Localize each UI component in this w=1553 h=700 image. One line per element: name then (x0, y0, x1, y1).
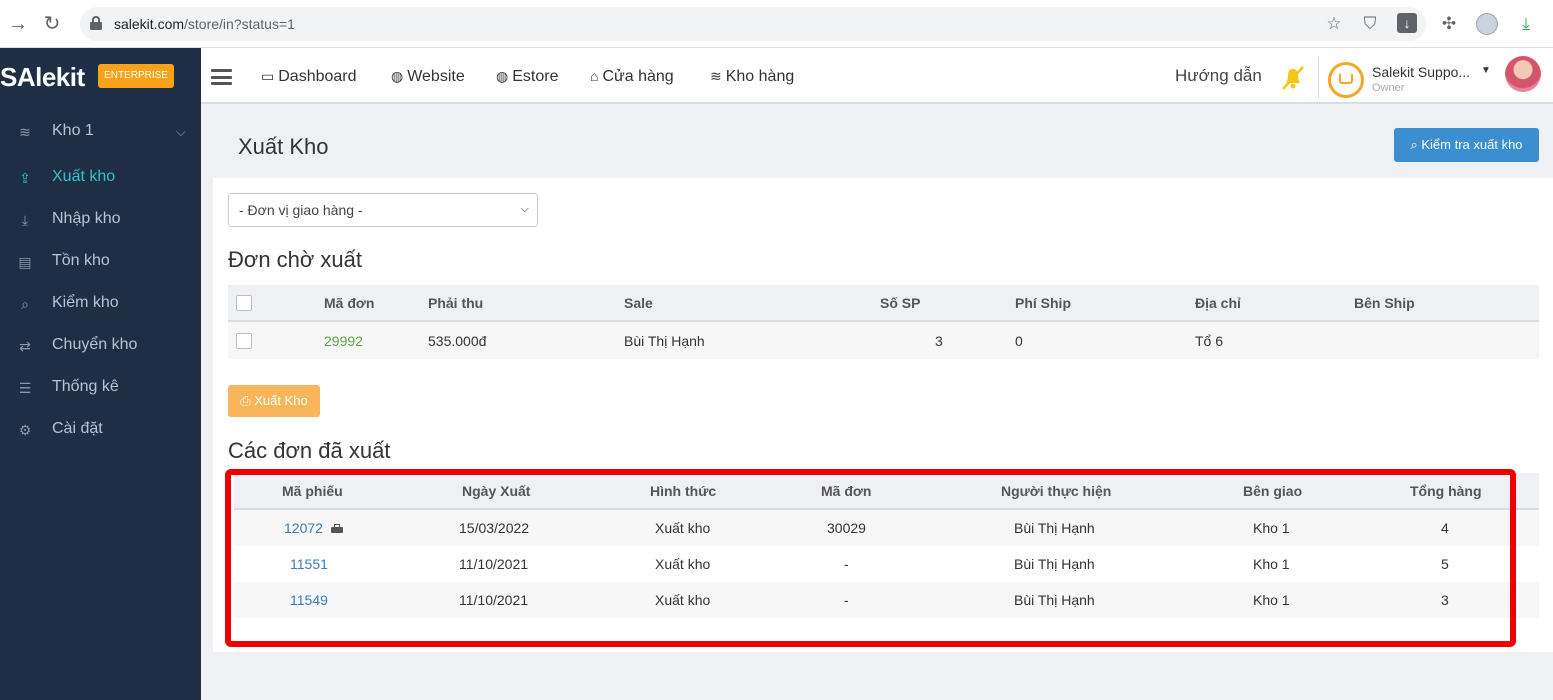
sidebar-item-thong-ke[interactable]: ☰ Thống kê (0, 368, 201, 408)
enterprise-badge: ENTERPRISE (98, 64, 174, 88)
row-checkbox[interactable] (236, 333, 252, 349)
export-button[interactable]: ⎙ Xuất Kho (228, 385, 320, 417)
url-text: salekit.com/store/in?status=1 (114, 16, 295, 32)
table-header: Mã đơn Phải thu Sale Số SP Phí Ship Địa … (228, 285, 1539, 322)
sidebar-item-label: Xuất kho (52, 168, 116, 185)
sidebar: SAlekit ENTERPRISE ≋ Kho 1 ⌵ ⇪ Xuất kho … (0, 48, 201, 700)
receivable-cell: 535.000đ (428, 333, 487, 349)
sidebar-item-label: Chuyển kho (52, 336, 138, 353)
sidebar-item-xuat-kho[interactable]: ⇪ Xuất kho (0, 158, 201, 198)
exported-section-title: Các đơn đã xuất (228, 438, 391, 463)
user-role: Owner (1372, 82, 1405, 94)
address-cell: Tổ 6 (1195, 333, 1224, 349)
ship-fee-cell: 0 (1015, 333, 1023, 349)
sidebar-item-cai-dat[interactable]: ⚙ Cài đặt (0, 410, 201, 450)
layers-icon: ≋ (710, 68, 722, 84)
brand-logo[interactable]: SAlekit (0, 62, 85, 93)
browser-toolbar: → ↻ salekit.com/store/in?status=1 ☆ ⛉ ↓ … (0, 0, 1553, 48)
order-link[interactable]: 29992 (324, 333, 363, 349)
search-icon: ⌕ (1410, 137, 1422, 152)
address-bar[interactable]: salekit.com/store/in?status=1 (80, 7, 1426, 41)
lock-icon (90, 16, 102, 30)
sidebar-item-warehouse-select[interactable]: ≋ Kho 1 ⌵ (0, 112, 201, 152)
sidebar-item-label: Cài đặt (52, 420, 103, 437)
search-icon: ⌕ (21, 296, 29, 312)
sidebar-item-ton-kho[interactable]: ▤ Tồn kho (0, 242, 201, 282)
quantity-cell: 3 (935, 333, 943, 349)
top-navbar: ▭ Dashboard ◍ Website ◍ Estore ⌂ Cửa hàng ≋ K… (201, 48, 1553, 104)
user-name[interactable]: Salekit Suppo... (1372, 64, 1470, 80)
column-header: Phí Ship (1015, 295, 1071, 311)
exchange-icon: ⇄ (19, 338, 31, 354)
shop-avatar[interactable] (1328, 62, 1364, 98)
sidebar-item-label: Nhập kho (52, 210, 121, 227)
column-header: Bên Ship (1354, 295, 1415, 311)
printer-icon: ⎙ (240, 393, 255, 408)
globe-icon: ◍ (496, 68, 509, 84)
pending-orders-table: Mã đơn Phải thu Sale Số SP Phí Ship Địa … (228, 285, 1539, 359)
chevron-down-icon: ⌵ (176, 124, 186, 139)
browser-profile-avatar[interactable] (1476, 13, 1498, 35)
sidebar-item-nhap-kho[interactable]: ⤓ Nhập kho (0, 200, 201, 240)
page-title: Xuất Kho (238, 134, 329, 159)
user-menu-caret-icon[interactable]: ▼ (1481, 65, 1491, 76)
download-icon: ⤓ (21, 212, 29, 228)
sidebar-item-kiem-kho[interactable]: ⌕ Kiểm kho (0, 284, 201, 324)
gear-icon: ⚙ (18, 422, 32, 438)
nav-kho-hang[interactable]: ≋ Kho hàng (710, 68, 794, 86)
sidebar-item-label: Tồn kho (52, 252, 110, 269)
archive-icon: ▤ (18, 254, 32, 270)
chevron-down-icon: ⌵ (520, 203, 529, 215)
sidebar-item-label: Kiểm kho (52, 294, 119, 311)
store-icon: ⌂ (590, 68, 599, 84)
column-header: Số SP (880, 295, 921, 311)
column-header: Sale (624, 295, 653, 311)
column-header: Địa chỉ (1195, 295, 1241, 311)
user-avatar[interactable] (1505, 56, 1541, 92)
highlight-box (225, 469, 1516, 647)
bell-off-icon[interactable] (1278, 63, 1308, 93)
globe-icon: ◍ (391, 68, 404, 84)
column-header: Phải thu (428, 295, 484, 311)
sale-cell: Bùi Thị Hạnh (624, 333, 705, 349)
nav-dashboard[interactable]: ▭ Dashboard (261, 68, 357, 86)
shipping-unit-select[interactable]: - Đơn vị giao hàng - ⌵ (228, 193, 538, 227)
nav-estore[interactable]: ◍ Estore (496, 68, 558, 86)
upload-icon: ⇪ (19, 170, 31, 186)
puzzle-icon[interactable]: ✣ (1438, 13, 1460, 35)
sidebar-item-label: Kho 1 (52, 122, 94, 139)
pending-section-title: Đơn chờ xuất (228, 247, 363, 272)
sidebar-item-label: Thống kê (52, 378, 119, 395)
nav-website[interactable]: ◍ Website (391, 68, 465, 86)
reload-icon[interactable]: ↻ (40, 12, 64, 36)
star-icon[interactable]: ☆ (1323, 13, 1345, 35)
download-icon[interactable]: ⤓ (1515, 13, 1537, 35)
guide-link[interactable]: Hướng dẫn (1175, 66, 1262, 86)
menu-toggle-icon[interactable] (211, 69, 232, 85)
nav-cua-hang[interactable]: ⌂ Cửa hàng (590, 68, 674, 86)
column-header: Mã đơn (324, 295, 375, 311)
shield-icon[interactable]: ⛉ (1359, 13, 1381, 35)
list-icon: ☰ (18, 380, 32, 396)
table-row: 29992 535.000đ Bùi Thị Hạnh 3 0 Tổ 6 (228, 322, 1539, 359)
cart-icon (1339, 74, 1353, 84)
monitor-icon: ▭ (261, 68, 275, 84)
check-export-button[interactable]: ⌕ Kiểm tra xuất kho (1394, 128, 1539, 162)
forward-icon[interactable]: → (6, 12, 30, 36)
sidebar-item-chuyen-kho[interactable]: ⇄ Chuyển kho (0, 326, 201, 366)
navbar-divider (1318, 56, 1319, 98)
download-extension-icon[interactable]: ↓ (1397, 13, 1417, 33)
layers-icon: ≋ (19, 124, 31, 140)
select-all-checkbox[interactable] (236, 295, 252, 311)
